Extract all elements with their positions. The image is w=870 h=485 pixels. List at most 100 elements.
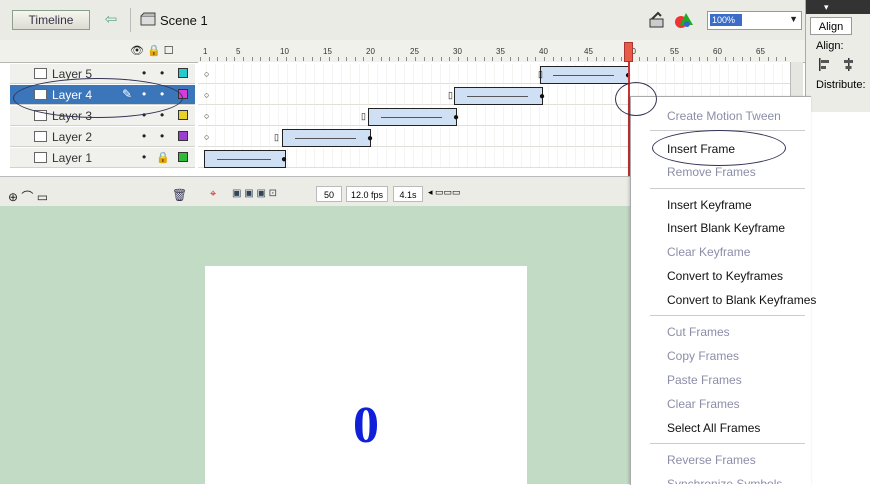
menu-separator	[650, 443, 805, 444]
timeline-horizontal-scrollbar[interactable]: ◂ ▭▭▭	[428, 187, 488, 201]
outline-color-swatch[interactable]	[178, 152, 188, 162]
lock-dot-icon[interactable]: •	[160, 109, 164, 121]
keyframe[interactable]: ●	[367, 133, 373, 144]
ruler-tick	[733, 57, 734, 61]
lock-dot-icon[interactable]: •	[160, 67, 164, 79]
ruler-tick	[200, 57, 201, 61]
edit-symbols-icon[interactable]	[648, 11, 666, 29]
align-tab[interactable]: Align	[810, 17, 852, 35]
menu-item-convert-to-keyframes[interactable]: Convert to Keyframes	[667, 269, 783, 283]
empty-keyframe[interactable]: ○	[204, 90, 209, 100]
ruler-tick	[759, 57, 760, 61]
ruler-tick	[458, 57, 459, 61]
ruler-tick	[596, 57, 597, 61]
panel-header[interactable]: ▾	[806, 0, 870, 14]
add-layer-icons[interactable]: ⊕ ⌒ ▭	[8, 188, 48, 205]
menu-item-clear-frames[interactable]: Clear Frames	[667, 397, 740, 411]
layer-name[interactable]: Layer 2	[52, 130, 92, 144]
stage-text[interactable]: 0	[205, 400, 527, 452]
ruler-tick	[346, 57, 347, 61]
ruler-tick	[518, 57, 519, 61]
zoom-value: 100%	[710, 14, 742, 26]
menu-item-remove-frames[interactable]: Remove Frames	[667, 165, 756, 179]
motion-tween-layer-1[interactable]	[204, 150, 286, 168]
layer-toggle-icons[interactable]: 👁 🔒 ☐	[130, 44, 174, 57]
outline-color-swatch[interactable]	[178, 131, 188, 141]
visibility-dot-icon[interactable]: •	[142, 67, 146, 79]
ruler-tick-label: 20	[366, 47, 375, 56]
ruler-tick-label: 1	[203, 47, 208, 56]
ruler-tick	[226, 57, 227, 61]
empty-keyframe[interactable]: ○	[204, 111, 209, 121]
menu-item-clear-keyframe[interactable]: Clear Keyframe	[667, 245, 750, 259]
menu-item-insert-keyframe[interactable]: Insert Keyframe	[667, 198, 752, 212]
menu-item-insert-blank-keyframe[interactable]: Insert Blank Keyframe	[667, 221, 785, 235]
visibility-dot-icon[interactable]: •	[142, 130, 146, 142]
frame-rate[interactable]: 12.0 fps	[346, 186, 388, 202]
ruler-tick	[467, 57, 468, 61]
ruler-tick	[639, 57, 640, 61]
timeline-button[interactable]: Timeline	[12, 10, 90, 30]
outline-color-swatch[interactable]	[178, 68, 188, 78]
layer-row[interactable]: Layer 2 • •	[10, 127, 195, 147]
layer-name[interactable]: Layer 1	[52, 151, 92, 165]
empty-keyframe[interactable]: ▯	[361, 111, 366, 122]
keyframe[interactable]: ●	[539, 91, 545, 102]
highlight-ellipse-insert-frame	[652, 130, 786, 166]
ruler-tick	[441, 57, 442, 61]
chevron-down-icon[interactable]: ▼	[789, 14, 798, 24]
empty-keyframe[interactable]: ▯	[448, 90, 453, 101]
ruler-tick	[535, 57, 536, 61]
scene-label[interactable]: Scene 1	[160, 13, 208, 28]
center-frame-icon[interactable]: ⌖	[210, 188, 216, 201]
motion-tween-layer-4[interactable]	[454, 87, 543, 105]
empty-keyframe[interactable]: ○	[204, 69, 209, 79]
highlight-ellipse-frame	[615, 82, 657, 116]
current-frame: 50	[316, 186, 342, 202]
ruler-tick	[690, 57, 691, 61]
layer-row[interactable]: Layer 1 • 🔒	[10, 148, 195, 168]
ruler-tick	[682, 57, 683, 61]
empty-keyframe[interactable]: ▯	[274, 132, 279, 143]
ruler-tick-label: 45	[584, 47, 593, 56]
ruler-tick-label: 30	[453, 47, 462, 56]
frame-row[interactable]	[198, 64, 798, 84]
empty-keyframe[interactable]: ▯	[538, 69, 543, 80]
menu-separator	[650, 315, 805, 316]
menu-item-copy-frames[interactable]: Copy Frames	[667, 349, 739, 363]
align-left-icon[interactable]	[818, 58, 831, 71]
motion-tween-layer-2[interactable]	[282, 129, 371, 147]
motion-tween-layer-5[interactable]	[540, 66, 629, 84]
delete-layer-icon[interactable]: 🗑	[172, 188, 187, 202]
lock-icon[interactable]: 🔒	[156, 151, 170, 164]
align-center-icon[interactable]	[842, 58, 855, 71]
menu-item-paste-frames[interactable]: Paste Frames	[667, 373, 742, 387]
menu-item-synchronize-symbols[interactable]: Synchronize Symbols	[667, 477, 782, 484]
edit-scene-icon[interactable]	[674, 11, 694, 29]
ruler-tick	[553, 57, 554, 61]
keyframe[interactable]: ●	[281, 154, 287, 165]
back-arrow-icon[interactable]: ⇦	[100, 11, 122, 29]
visibility-dot-icon[interactable]: •	[142, 151, 146, 163]
menu-item-create-motion-tween[interactable]: Create Motion Tween	[667, 109, 781, 123]
outline-color-swatch[interactable]	[178, 110, 188, 120]
ruler-tick	[570, 57, 571, 61]
ruler-tick	[320, 57, 321, 61]
ruler-tick	[338, 57, 339, 61]
ruler-tick	[613, 57, 614, 61]
ruler-tick	[561, 57, 562, 61]
ruler-tick	[329, 57, 330, 61]
empty-keyframe[interactable]: ○	[204, 132, 209, 142]
menu-item-reverse-frames[interactable]: Reverse Frames	[667, 453, 756, 467]
menu-item-convert-to-blank-keyframes[interactable]: Convert to Blank Keyframes	[667, 293, 816, 307]
motion-tween-layer-3[interactable]	[368, 108, 457, 126]
playhead[interactable]	[624, 42, 633, 62]
zoom-dropdown[interactable]: 100% ▼	[707, 11, 802, 30]
keyframe[interactable]: ●	[453, 112, 459, 123]
onion-skin-icons[interactable]: ▣ ▣ ▣ ⊡	[232, 188, 277, 199]
ruler-tick	[243, 57, 244, 61]
menu-item-select-all-frames[interactable]: Select All Frames	[667, 421, 760, 435]
lock-dot-icon[interactable]: •	[160, 130, 164, 142]
menu-item-cut-frames[interactable]: Cut Frames	[667, 325, 730, 339]
ruler-tick	[776, 57, 777, 61]
